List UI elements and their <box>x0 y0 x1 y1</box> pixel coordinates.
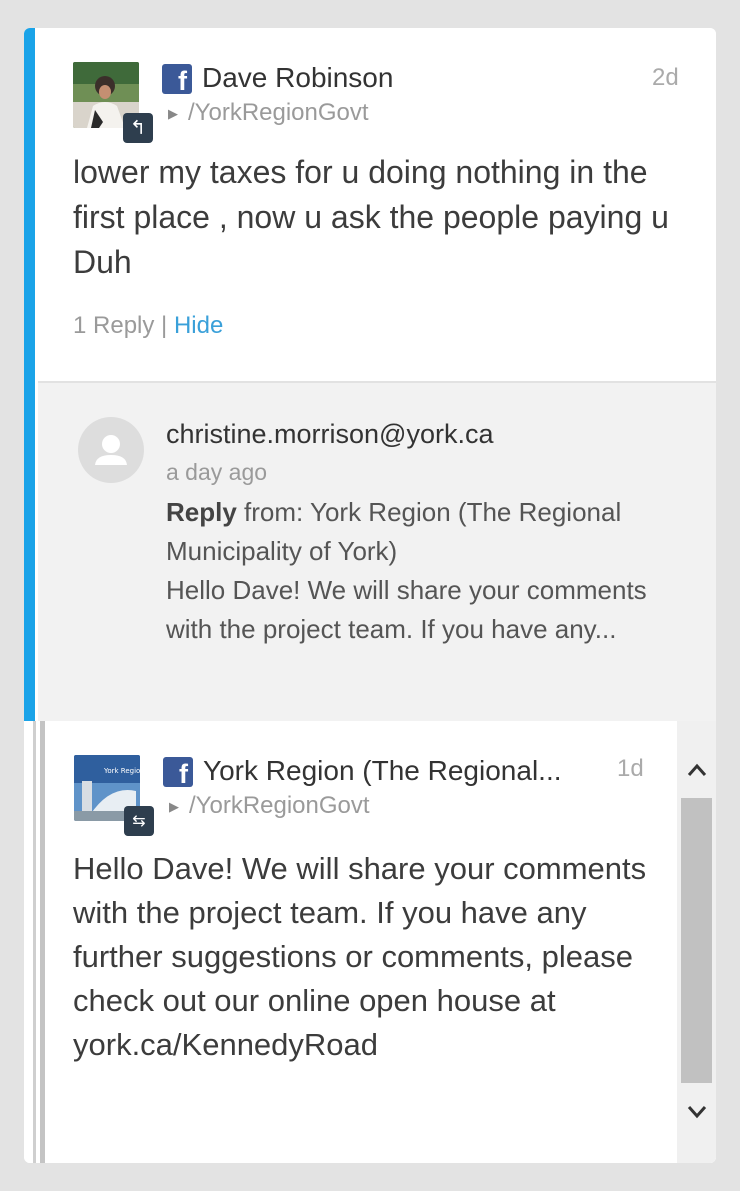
page-name: /YorkRegionGovt <box>189 792 370 819</box>
page-name: /YorkRegionGovt <box>188 99 369 126</box>
svg-text:York Region: York Region <box>103 767 140 775</box>
conversation-panel: ↰ f Dave Robinson ▶ /YorkRegionGovt 2d lo… <box>24 28 716 1163</box>
scroll-up-arrow[interactable] <box>677 751 716 791</box>
scroll-thumb[interactable] <box>681 798 712 1083</box>
facebook-icon: f <box>162 64 192 94</box>
reply-controls: 1 Reply | Hide <box>73 312 223 340</box>
separator: | <box>154 312 174 339</box>
post-time: 1d <box>617 755 644 782</box>
reply-count[interactable]: 1 Reply <box>73 312 154 339</box>
post-text: lower my taxes for u doing nothing in th… <box>73 154 669 280</box>
reply-block[interactable]: christine.morrison@york.ca a day ago Rep… <box>38 381 716 725</box>
reply-time: a day ago <box>166 459 268 485</box>
post-dave-robinson[interactable]: ↰ f Dave Robinson ▶ /YorkRegionGovt 2d lo… <box>35 28 716 381</box>
outgoing-icon: ⇆ <box>124 806 154 836</box>
page-link[interactable]: ▶ /YorkRegionGovt <box>168 99 369 127</box>
selected-accent-bar <box>24 28 35 721</box>
reply-icon: ↰ <box>123 113 153 143</box>
page-link[interactable]: ▶ /YorkRegionGovt <box>169 792 370 820</box>
chevron-down-icon <box>687 1106 706 1119</box>
user-avatar-placeholder <box>78 417 144 483</box>
chevron-up-icon <box>687 763 706 776</box>
thread-line <box>40 721 45 1163</box>
author-name[interactable]: Dave Robinson <box>202 62 393 94</box>
scrollbar[interactable] <box>677 721 716 1163</box>
caret-right-icon: ▶ <box>168 105 178 121</box>
post-text: Hello Dave! We will share your comments … <box>73 851 647 1062</box>
hide-link[interactable]: Hide <box>174 312 223 339</box>
facebook-icon: f <box>163 757 193 787</box>
thread-line <box>33 721 36 1163</box>
author-name[interactable]: York Region (The Regional... <box>203 755 562 787</box>
scroll-down-arrow[interactable] <box>677 1093 716 1133</box>
post-time: 2d <box>652 64 679 91</box>
reply-preview: Hello Dave! We will share your comments … <box>166 575 647 644</box>
person-icon <box>95 435 127 465</box>
reply-label: Reply <box>166 497 237 527</box>
post-york-region[interactable]: York Region ⇆ f York Region (The Regiona… <box>24 721 716 1163</box>
reply-text: Reply from: York Region (The Regional Mu… <box>166 493 666 649</box>
caret-right-icon: ▶ <box>169 798 179 814</box>
reply-author-email: christine.morrison@york.ca <box>166 419 494 449</box>
